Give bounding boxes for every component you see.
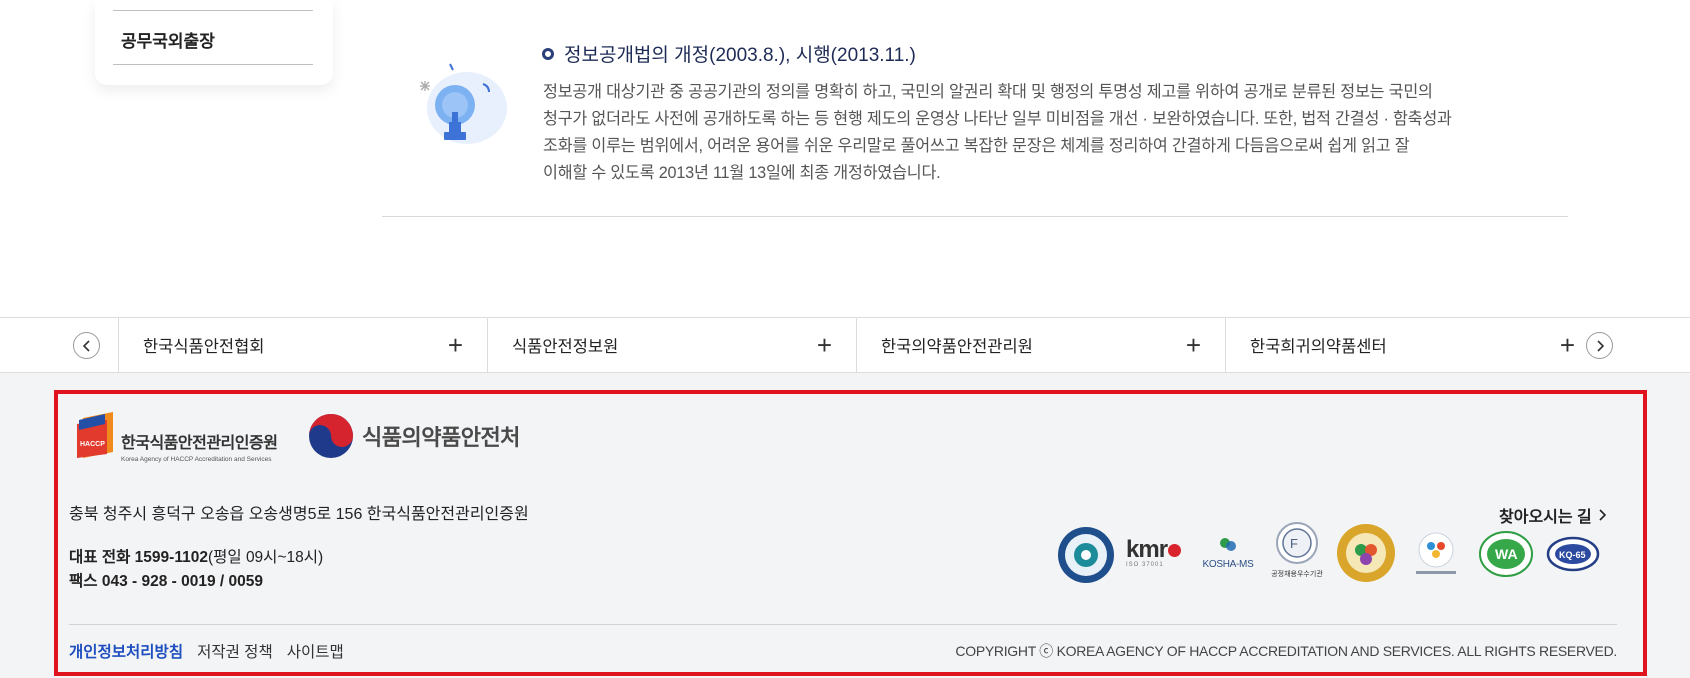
- prev-button[interactable]: [73, 332, 100, 359]
- haccp-badge-text: HACCP: [80, 441, 105, 448]
- related-site-item[interactable]: 한국희귀의약품센터 +: [1225, 318, 1587, 372]
- phone-hours: (평일 09시~18시): [207, 549, 324, 566]
- side-menu-item-overseas-trip[interactable]: 공무국외출장: [121, 27, 215, 52]
- copyright-policy-link[interactable]: 저작권 정책: [197, 640, 273, 662]
- web-accessibility-icon: WA: [1479, 531, 1533, 577]
- phone-number[interactable]: 1599-1102: [135, 549, 208, 566]
- plus-icon: +: [1185, 330, 1201, 360]
- education-donation-icon: [1416, 532, 1456, 574]
- taeguk-logo-icon: [309, 414, 353, 458]
- plus-icon: +: [447, 330, 463, 360]
- related-site-label: 식품안전정보원: [512, 338, 619, 356]
- related-site-item[interactable]: 한국의약품안전관리원 +: [856, 318, 1225, 372]
- law-title-row: 정보공개법의 개정(2003.8.), 시행(2013.11.): [542, 40, 916, 67]
- related-sites-bar: 한국식품안전협회 + 식품안전정보원 + 한국의약품안전관리원 + 한국희귀의약…: [0, 317, 1690, 373]
- kmr-certification-icon: kmr ISO 37001: [1126, 538, 1190, 568]
- copyright-text: COPYRIGHT ⓒ KOREA AGENCY OF HACCP ACCRED…: [955, 643, 1617, 659]
- plus-icon: +: [816, 330, 832, 360]
- mfds-logo-name: 식품의약품안전처: [362, 425, 520, 450]
- footer-links: 개인정보처리방침 저작권 정책 사이트맵: [69, 640, 358, 662]
- chevron-right-icon: [1596, 339, 1604, 352]
- mfds-logo[interactable]: 식품의약품안전처: [308, 413, 520, 459]
- phone-label: 대표 전화: [69, 549, 131, 566]
- family-friendly-icon: [1337, 524, 1395, 582]
- divider: [113, 10, 313, 11]
- description-line: 정보공개 대상기관 중 공공기관의 정의를 명확히 하고, 국민의 알권리 확대…: [543, 83, 1433, 101]
- kq65-certification-icon: KQ-65: [1546, 536, 1600, 572]
- directions-link[interactable]: 찾아오시는 길: [1499, 503, 1607, 527]
- phone-info: 대표 전화 1599-1102(평일 09시~18시): [69, 545, 323, 567]
- svg-text:F: F: [1290, 536, 1298, 551]
- address: 충북 청주시 흥덕구 오송읍 오송생명5로 156 한국식품안전관리인증원: [69, 506, 529, 523]
- description-line: 조화를 이루는 범위에서, 어려운 용어를 쉬운 우리말로 풀어쓰고 복잡한 문…: [543, 137, 1410, 155]
- kmr-sub-text: ISO 37001: [1126, 562, 1164, 568]
- fax-info: 팩스 043 - 928 - 0019 / 0059: [69, 569, 263, 591]
- related-site-label: 한국희귀의약품센터: [1250, 338, 1387, 356]
- kosha-ms-icon: KOSHA-MS: [1197, 536, 1259, 570]
- related-site-label: 한국식품안전협회: [143, 338, 265, 356]
- fair-hiring-icon: F 공정채용우수기관: [1266, 522, 1328, 579]
- wa-text: WA: [1495, 546, 1518, 562]
- hrd-certification-icon: [1058, 527, 1114, 583]
- related-site-label: 한국의약품안전관리원: [881, 338, 1033, 356]
- related-site-item[interactable]: 식품안전정보원 +: [487, 318, 856, 372]
- description-line: 청구가 없더라도 사전에 공개하도록 하는 등 현행 제도의 운영상 나타난 일…: [543, 110, 1452, 128]
- privacy-policy-link[interactable]: 개인정보처리방침: [69, 640, 183, 662]
- bullet-icon: [542, 47, 554, 60]
- kosha-ms-text: KOSHA-MS: [1202, 559, 1254, 570]
- divider: [382, 216, 1568, 217]
- haccp-logo-sub: Korea Agency of HACCP Accreditation and …: [121, 456, 272, 463]
- divider: [113, 64, 313, 65]
- fair-hiring-text: 공정채용우수기관: [1271, 571, 1323, 578]
- description-line: 이해할 수 있도록 2013년 11월 13일에 최종 개정하였습니다.: [543, 164, 941, 182]
- related-site-item[interactable]: 한국식품안전협회 +: [118, 318, 487, 372]
- side-menu: 공무국외출장: [95, 0, 333, 85]
- plus-icon: +: [1559, 330, 1575, 360]
- sitemap-link[interactable]: 사이트맵: [287, 640, 344, 662]
- chevron-right-icon: [1599, 509, 1606, 521]
- fax-number: 043 - 928 - 0019 / 0059: [101, 573, 263, 590]
- kmr-logo-text: kmr: [1126, 536, 1168, 563]
- haccp-logo-mark: HACCP: [77, 412, 113, 458]
- directions-label: 찾아오시는 길: [1499, 509, 1592, 526]
- next-button[interactable]: [1586, 332, 1613, 359]
- chevron-left-icon: [82, 339, 90, 352]
- section-description: 정보공개 대상기관 중 공공기관의 정의를 명확히 하고, 국민의 알권리 확대…: [543, 79, 1533, 187]
- lightbulb-icon: [415, 60, 515, 155]
- kq65-text: KQ-65: [1559, 550, 1586, 560]
- section-title: 정보공개법의 개정(2003.8.), 시행(2013.11.): [564, 45, 916, 66]
- haccp-logo-name: 한국식품안전관리인증원: [121, 435, 278, 452]
- haccp-logo[interactable]: HACCP 한국식품안전관리인증원 Korea Agency of HACCP …: [75, 412, 278, 463]
- divider: [69, 624, 1617, 625]
- fax-label: 팩스: [69, 573, 98, 590]
